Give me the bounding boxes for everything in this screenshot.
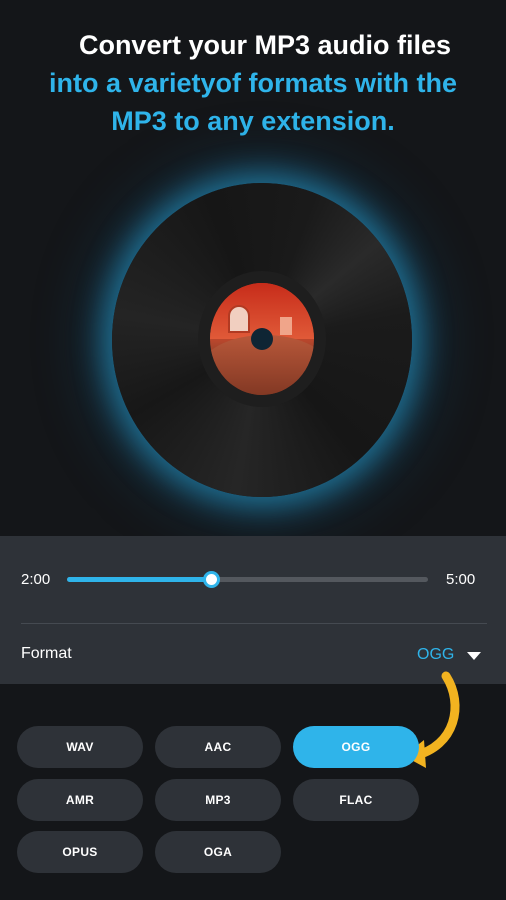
format-option-wav[interactable]: WAV: [17, 726, 143, 768]
format-label: Format: [21, 645, 72, 662]
vinyl-spindle-hole: [251, 328, 273, 350]
total-time: 5:00: [446, 571, 476, 588]
format-option-opus[interactable]: OPUS: [17, 831, 143, 873]
headline-line-2: into a varietyof formats with the: [48, 68, 458, 98]
seek-bar-progress: [67, 577, 212, 582]
format-option-oga[interactable]: OGA: [155, 831, 281, 873]
format-option-aac[interactable]: AAC: [155, 726, 281, 768]
format-option-amr[interactable]: AMR: [17, 779, 143, 821]
vinyl-record: [112, 183, 412, 497]
current-time: 2:00: [21, 571, 51, 588]
headline-line-3: MP3 to any extension.: [111, 106, 395, 136]
format-option-ogg[interactable]: OGG: [293, 726, 419, 768]
divider: [21, 623, 487, 624]
headline: Convert your MP3 audio files into a vari…: [0, 26, 506, 140]
format-dropdown-value[interactable]: OGG: [417, 646, 454, 664]
format-option-mp3[interactable]: MP3: [155, 779, 281, 821]
seek-bar[interactable]: [67, 577, 428, 582]
headline-line-1: Convert your MP3 audio files: [78, 30, 452, 60]
chevron-down-icon[interactable]: [467, 652, 481, 660]
format-option-flac[interactable]: FLAC: [293, 779, 419, 821]
